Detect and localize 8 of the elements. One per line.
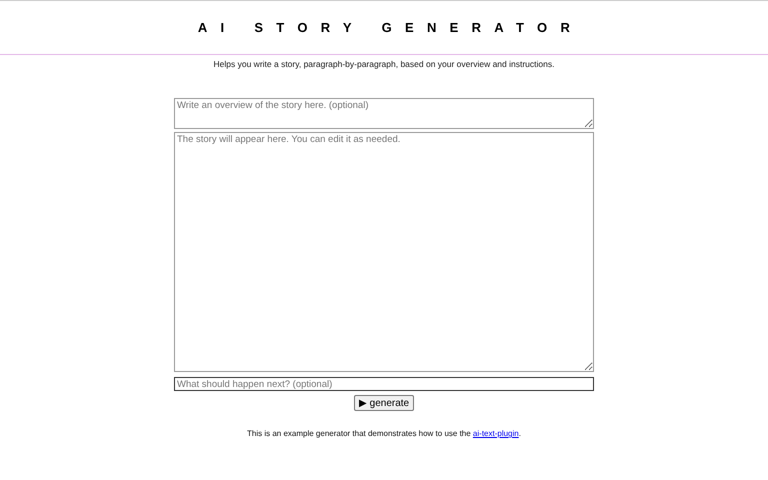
page-title: AI STORY GENERATOR (198, 20, 584, 35)
footer-text: This is an example generator that demonstrates how to use the ai-text-plugin. (247, 429, 521, 438)
story-field[interactable]: The story will appear here. You can edit it as needed. (174, 132, 594, 372)
plugin-link[interactable]: ai-text-plugin (472, 429, 519, 438)
overview-field[interactable]: Write an overview of the story here. (optional) (174, 98, 594, 129)
instruction-field[interactable]: What should happen next? (optional) (174, 377, 594, 391)
generate-button[interactable]: ▶ generate (354, 395, 414, 411)
subtitle: Helps you write a story, paragraph-by-paragraph, based on your overview and instructions. (214, 59, 554, 69)
